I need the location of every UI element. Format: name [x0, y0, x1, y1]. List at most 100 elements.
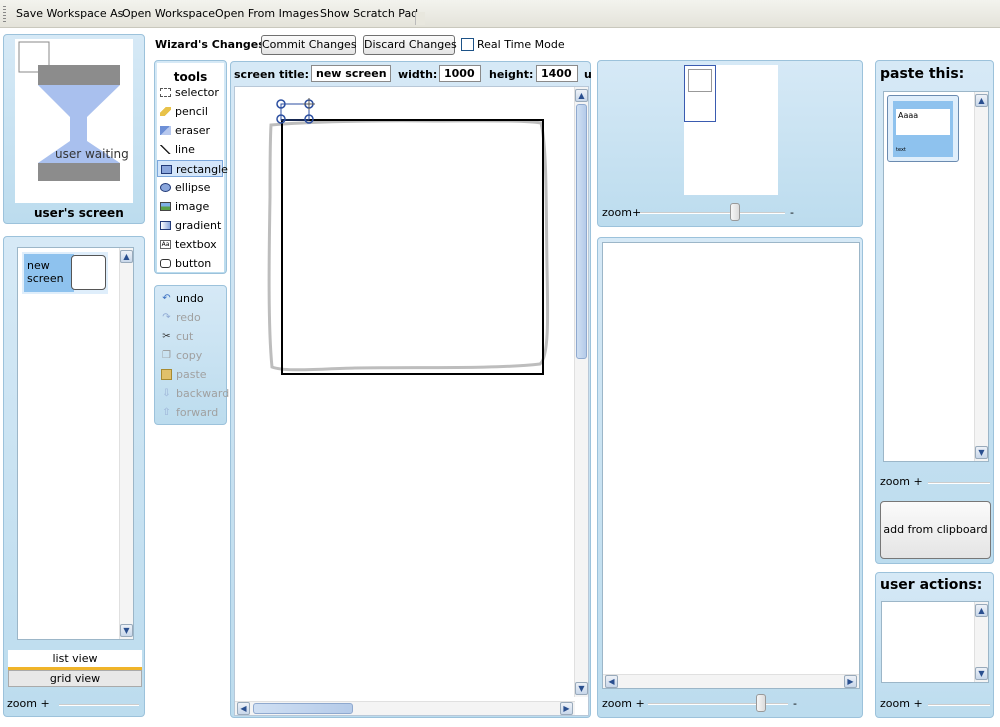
commit-changes-button[interactable]: Commit Changes	[261, 35, 357, 55]
scroll-up-icon[interactable]: ▲	[975, 94, 988, 107]
menu-show-scratch-pad[interactable]: Show Scratch Pad	[320, 7, 418, 20]
screen-list-scrollbar[interactable]: ▲ ▼	[119, 248, 133, 639]
tool-rectangle[interactable]: rectangle	[157, 160, 228, 177]
user-actions-list: ▲ ▼	[881, 601, 989, 683]
gradient-icon	[160, 221, 171, 230]
tool-gradient[interactable]: gradient	[157, 217, 223, 234]
add-from-clipboard-button[interactable]: add from clipboard	[880, 501, 991, 559]
list-item[interactable]: new screen	[22, 252, 108, 294]
paste-item-textbox: Aaaa	[896, 109, 950, 135]
scroll-left-icon[interactable]: ◀	[237, 702, 250, 715]
eraser-icon	[160, 126, 171, 135]
ellipse-icon	[160, 183, 171, 192]
undo-button[interactable]: ↶ undo	[158, 290, 224, 308]
textbox-icon: Aa	[160, 240, 171, 249]
scroll-up-icon[interactable]: ▲	[975, 604, 988, 617]
canvas-area[interactable]: ▲ ▼ ◀ ▶	[234, 86, 589, 716]
screen-item-label: new screen	[27, 259, 64, 285]
user-actions-scrollbar[interactable]: ▲ ▼	[974, 602, 988, 682]
scroll-down-icon[interactable]: ▼	[975, 667, 988, 680]
screen-title-input[interactable]: new screen	[311, 65, 391, 82]
grid-view-tab[interactable]: grid view	[8, 670, 142, 687]
overview-zoom-minus: -	[790, 206, 794, 219]
editor-panel: screen title: new screen width: 1000 hei…	[230, 61, 592, 718]
tool-ellipse[interactable]: ellipse	[157, 179, 223, 196]
drawing-canvas[interactable]	[235, 87, 575, 699]
scroll-down-icon[interactable]: ▼	[575, 682, 588, 695]
paste-zoom-slider[interactable]	[928, 482, 990, 484]
tools-title: tools	[173, 70, 208, 84]
scroll-down-icon[interactable]: ▼	[120, 624, 133, 637]
scroll-up-icon[interactable]: ▲	[120, 250, 133, 263]
backward-icon: ⇩	[162, 388, 171, 399]
real-time-mode-label: Real Time Mode	[477, 38, 565, 51]
paste-item-text: Aaaa	[898, 111, 919, 120]
users-screen-thumbnail[interactable]: user waiting	[15, 39, 133, 203]
backward-button[interactable]: ⇩ backward	[158, 385, 229, 403]
tool-line[interactable]: line	[157, 141, 223, 158]
overview-zoom-slider[interactable]	[640, 212, 785, 214]
paste-button[interactable]: paste	[158, 366, 224, 384]
preview-area[interactable]: ◀ ▶	[602, 242, 860, 689]
screen-list-panel: new screen ▲ ▼ list view grid view zoom …	[3, 236, 145, 717]
menu-save-workspace-as[interactable]: Save Workspace As	[16, 7, 123, 20]
cut-button[interactable]: ✂ cut	[158, 328, 224, 346]
preview-horizontal-scrollbar[interactable]: ◀ ▶	[603, 674, 859, 688]
paste-list-scrollbar[interactable]: ▲ ▼	[974, 92, 988, 461]
redo-icon: ↷	[162, 312, 171, 323]
tool-textbox[interactable]: Aa textbox	[157, 236, 223, 253]
users-screen-title: user's screen	[34, 206, 124, 220]
toolbar-overflow-button[interactable]	[415, 12, 425, 25]
toolbar-grip[interactable]	[3, 6, 6, 22]
menu-open-from-images[interactable]: Open From Images	[215, 7, 319, 20]
menu-bar: Save Workspace As Open Workspace Open Fr…	[0, 0, 1000, 28]
paste-list: Aaaa text ▲ ▼	[883, 91, 989, 462]
units-label-truncated: u	[584, 68, 592, 81]
tool-pencil[interactable]: pencil	[157, 103, 223, 120]
screen-list-zoom-slider[interactable]	[59, 704, 139, 706]
paste-item-thumbnail: Aaaa text	[893, 101, 953, 157]
tool-image[interactable]: image	[157, 198, 223, 215]
overview-zoom-label: zoom+	[602, 206, 642, 219]
discard-changes-button[interactable]: Discard Changes	[363, 35, 457, 55]
scroll-down-icon[interactable]: ▼	[975, 446, 988, 459]
canvas-horizontal-scrollbar[interactable]: ◀ ▶	[235, 701, 575, 715]
tool-eraser[interactable]: eraser	[157, 122, 223, 139]
tool-selector[interactable]: selector	[157, 84, 223, 101]
forward-icon: ⇧	[162, 407, 171, 418]
horizontal-scroll-thumb[interactable]	[253, 703, 353, 714]
hourglass-icon	[18, 41, 120, 181]
rectangle-shape[interactable]	[281, 119, 544, 375]
rectangle-icon	[161, 165, 172, 174]
copy-button[interactable]: ❐ copy	[158, 347, 224, 365]
canvas-vertical-scrollbar[interactable]: ▲ ▼	[574, 87, 588, 697]
scroll-left-icon[interactable]: ◀	[605, 675, 618, 688]
overview-viewport[interactable]	[684, 65, 716, 122]
preview-zoom-slider[interactable]	[648, 703, 788, 705]
scroll-right-icon[interactable]: ▶	[560, 702, 573, 715]
real-time-mode-checkbox[interactable]	[461, 38, 474, 51]
overview-zoom-knob[interactable]	[730, 203, 740, 221]
scroll-right-icon[interactable]: ▶	[844, 675, 857, 688]
preview-zoom-minus: -	[793, 697, 797, 710]
user-actions-title: user actions:	[880, 577, 983, 593]
user-actions-zoom-slider[interactable]	[928, 704, 990, 706]
width-input[interactable]: 1000	[439, 65, 481, 82]
height-input[interactable]: 1400	[536, 65, 578, 82]
preview-panel: ◀ ▶ zoom + -	[597, 237, 863, 718]
paste-title: paste this:	[880, 66, 965, 82]
edit-actions-panel: ↶ undo ↷ redo ✂ cut ❐ copy paste ⇩ backward ⇧…	[154, 285, 229, 425]
redo-button[interactable]: ↷ redo	[158, 309, 224, 327]
list-view-tab[interactable]: list view	[8, 650, 142, 667]
forward-button[interactable]: ⇧ forward	[158, 404, 224, 422]
preview-zoom-knob[interactable]	[756, 694, 766, 712]
width-label: width:	[398, 68, 438, 81]
tool-button[interactable]: button	[157, 255, 223, 272]
scroll-up-icon[interactable]: ▲	[575, 89, 588, 102]
overview-page[interactable]	[684, 65, 778, 195]
menu-open-workspace[interactable]: Open Workspace	[122, 7, 215, 20]
paste-item[interactable]: Aaaa text	[887, 95, 959, 162]
sketch-shape[interactable]	[267, 119, 550, 372]
overview-panel: zoom+ -	[597, 60, 863, 227]
vertical-scroll-thumb[interactable]	[576, 104, 587, 359]
